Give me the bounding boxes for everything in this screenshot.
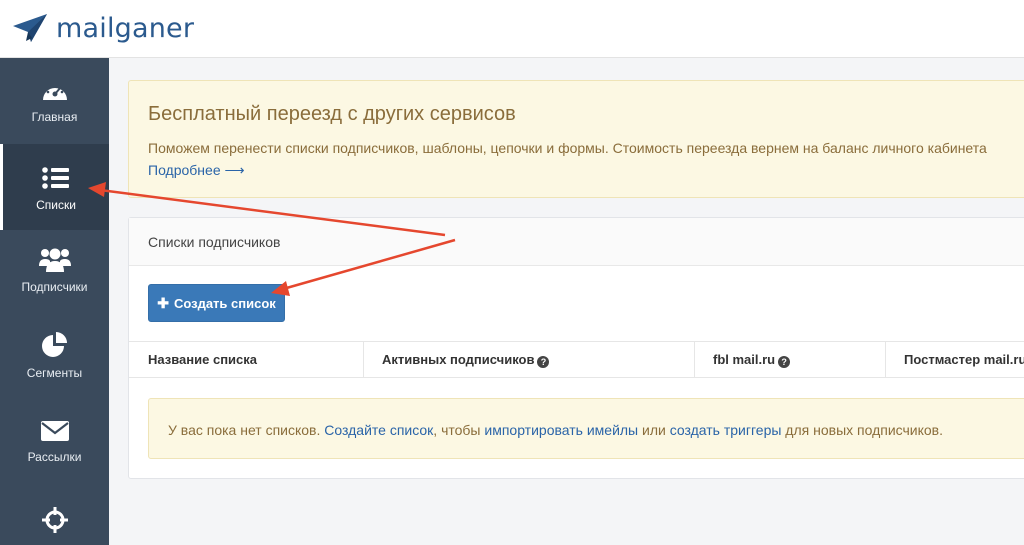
- question-circle-icon[interactable]: ?: [537, 356, 550, 368]
- table-header: Название списка Активных подписчиков? fb…: [129, 341, 1024, 378]
- dashboard-icon: [42, 83, 67, 100]
- create-triggers-link[interactable]: создать триггеры: [670, 422, 782, 438]
- promo-banner: Бесплатный переезд с других сервисов Пом…: [128, 80, 1024, 198]
- sidebar-item-label: Главная: [31, 110, 78, 124]
- sidebar-item-more[interactable]: [0, 507, 109, 545]
- paper-plane-icon: [13, 14, 47, 42]
- empty-notice-text: У вас пока нет списков. Создайте список,…: [168, 422, 944, 438]
- panel-header: Списки подписчиков: [129, 218, 1024, 266]
- create-list-link[interactable]: Создайте список: [324, 422, 433, 438]
- sidebar-item-segments[interactable]: Сегменты: [0, 332, 109, 418]
- column-divider: [363, 342, 364, 377]
- plus-icon: ✚: [157, 294, 169, 311]
- promo-more-link[interactable]: Подробнее ⟶: [148, 162, 245, 179]
- sidebar: Главная Списки Подписчики Сегменты Рассы…: [0, 58, 109, 545]
- column-header-fbl-mailru[interactable]: fbl mail.ru?: [713, 342, 791, 377]
- column-header-list-name[interactable]: Название списка: [148, 342, 257, 377]
- column-header-active-subscribers[interactable]: Активных подписчиков?: [382, 342, 550, 377]
- sidebar-item-lists[interactable]: Списки: [0, 144, 109, 230]
- crosshair-icon: [41, 507, 68, 533]
- question-circle-icon[interactable]: ?: [778, 356, 791, 368]
- import-emails-link[interactable]: импортировать имейлы: [484, 422, 638, 438]
- lists-panel: Списки подписчиков ✚ Создать список Назв…: [128, 217, 1024, 479]
- brand-name: mailganer: [56, 12, 195, 44]
- empty-lists-notice: У вас пока нет списков. Создайте список,…: [148, 398, 1024, 459]
- column-divider: [885, 342, 886, 377]
- main-content: Бесплатный переезд с других сервисов Пом…: [109, 58, 1024, 545]
- create-list-label: Создать список: [173, 295, 276, 311]
- sidebar-item-subscribers[interactable]: Подписчики: [0, 246, 109, 332]
- column-header-postmaster-mailru[interactable]: Постмастер mail.ru: [904, 342, 1024, 377]
- envelope-icon: [40, 421, 69, 441]
- users-icon: [38, 248, 71, 272]
- sidebar-item-label: Сегменты: [26, 366, 83, 380]
- brand-logo[interactable]: mailganer: [12, 10, 194, 46]
- sidebar-item-label: Списки: [36, 198, 76, 212]
- top-bar: mailganer: [0, 0, 1024, 58]
- create-list-button[interactable]: ✚ Создать список: [148, 284, 285, 322]
- list-icon: [42, 167, 69, 189]
- column-divider: [694, 342, 695, 377]
- panel-title: Списки подписчиков: [148, 234, 281, 250]
- sidebar-item-label: Подписчики: [21, 280, 88, 294]
- sidebar-item-mailings[interactable]: Рассылки: [0, 420, 109, 506]
- promo-text: Поможем перенести списки подписчиков, ша…: [148, 140, 987, 156]
- promo-title: Бесплатный переезд с других сервисов: [148, 103, 516, 125]
- pie-chart-icon: [41, 332, 67, 357]
- sidebar-item-label: Рассылки: [27, 450, 82, 464]
